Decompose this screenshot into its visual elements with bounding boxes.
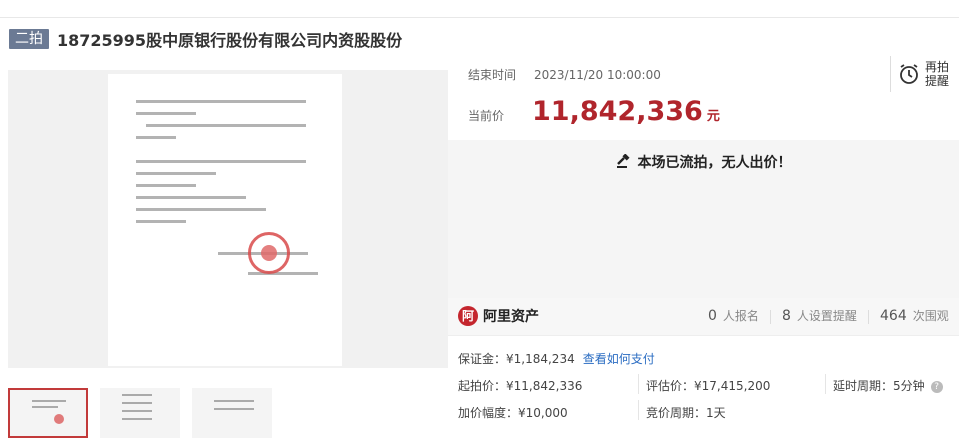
alarm-clock-icon: [900, 64, 918, 84]
doc-text-line: [136, 136, 176, 139]
end-time-label: 结束时间: [468, 68, 517, 82]
doc-text-line: [136, 184, 196, 187]
reminders-stat: 8 人设置提醒: [782, 307, 857, 324]
thumbnail-2[interactable]: [100, 388, 180, 438]
court-seal: [248, 232, 290, 274]
doc-text-line: [136, 112, 196, 115]
logo-text: 阿里资产: [483, 309, 539, 325]
remind-line1: 再拍: [925, 60, 950, 74]
status-message-row: 本场已流拍，无人出价！: [448, 152, 959, 172]
doc-text-line: [136, 160, 306, 163]
document-image[interactable]: [108, 74, 342, 366]
divider: [825, 374, 826, 394]
top-divider: [0, 17, 959, 18]
thumbnail-3[interactable]: [192, 388, 272, 438]
how-to-pay-link[interactable]: 查看如何支付: [583, 352, 655, 366]
gavel-icon: [616, 153, 630, 168]
deposit-row: 保证金：¥1,184,234 查看如何支付: [458, 350, 655, 367]
delay-period: 延时周期：5分钟: [833, 379, 925, 393]
doc-text-line: [136, 100, 306, 103]
end-time-row: 结束时间 2023/11/20 10:00:00: [468, 66, 661, 83]
stats-bar: 阿 阿里资产 0 人报名 8 人设置提醒 464 次围观: [448, 298, 959, 336]
bid-increment: 加价幅度：¥10,000: [458, 406, 568, 420]
current-price-row: 当前价 11,842,336 元: [468, 96, 720, 127]
thumbnail-strip: [8, 388, 272, 438]
appraisal-price: 评估价：¥17,415,200: [646, 379, 771, 393]
deposit-value: 保证金：¥1,184,234: [458, 352, 575, 366]
doc-text-line: [146, 124, 306, 127]
applicants-count: 0: [708, 308, 717, 324]
bidding-cycle: 竞价周期：1天: [646, 406, 726, 420]
current-price: 11,842,336: [532, 96, 703, 127]
doc-text-line: [136, 208, 266, 211]
reminders-count: 8: [782, 308, 791, 324]
doc-text-line: [248, 272, 318, 275]
logo-mark-icon: 阿: [458, 306, 478, 326]
remind-button[interactable]: 再拍 提醒: [890, 56, 952, 92]
divider: [868, 310, 869, 324]
title-row: 二拍 18725995股中原银行股份有限公司内资股股份: [9, 28, 402, 50]
page-title: 18725995股中原银行股份有限公司内资股股份: [57, 31, 403, 50]
delay-period-row: 延时周期：5分钟?: [833, 377, 943, 394]
round-tag: 二拍: [9, 29, 49, 49]
status-message: 本场已流拍，无人出价！: [637, 155, 792, 171]
end-time-value: 2023/11/20 10:00:00: [534, 67, 661, 82]
applicants-label: 人报名: [722, 309, 759, 323]
divider: [638, 374, 639, 394]
question-icon[interactable]: ?: [930, 381, 943, 393]
remind-line2: 提醒: [925, 74, 950, 88]
doc-text-line: [136, 220, 186, 223]
reminders-label: 人设置提醒: [796, 309, 857, 323]
divider: [770, 310, 771, 324]
doc-text-line: [136, 172, 216, 175]
views-count: 464: [880, 308, 907, 324]
auction-status-panel: 本场已流拍，无人出价！: [448, 140, 959, 298]
price-label: 当前价: [468, 109, 505, 123]
applicants-stat: 0 人报名: [708, 307, 759, 324]
thumbnail-1[interactable]: [8, 388, 88, 438]
views-stat: 464 次围观: [880, 307, 949, 324]
ali-assets-logo: 阿 阿里资产: [458, 306, 539, 326]
views-label: 次围观: [912, 309, 949, 323]
divider: [638, 400, 639, 420]
start-price: 起拍价：¥11,842,336: [458, 379, 583, 393]
price-unit: 元: [706, 109, 720, 124]
doc-text-line: [136, 196, 246, 199]
